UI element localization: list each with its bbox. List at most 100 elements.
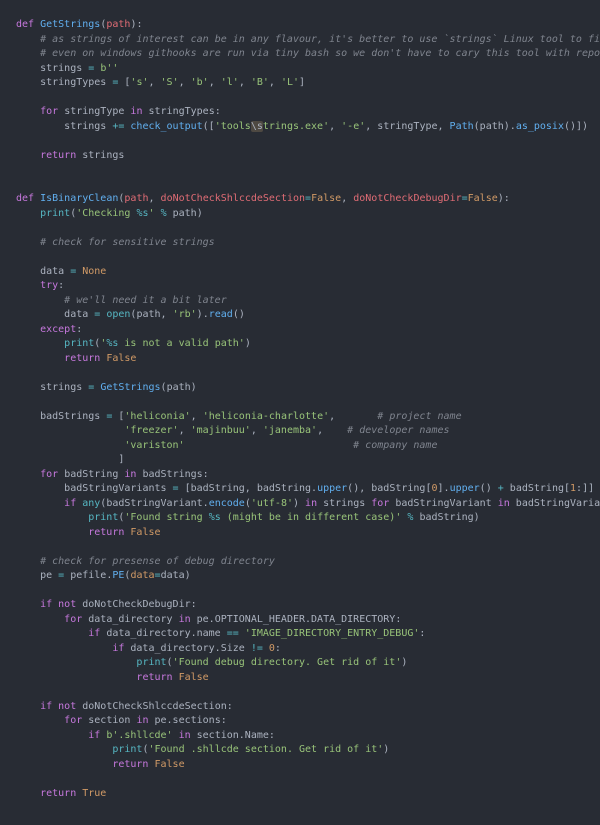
code-line: return False	[16, 352, 584, 367]
token-sp: any	[82, 498, 100, 509]
token-str: 'Found .shllcde section. Get rid of it'	[148, 744, 383, 755]
code-line: return strings	[16, 149, 584, 164]
token-id: badStringVariants	[64, 483, 172, 494]
token-pn	[16, 338, 64, 349]
token-id: strings	[40, 382, 88, 393]
token-pn	[16, 121, 64, 132]
token-fn: upper	[450, 483, 480, 494]
token-esc: %s	[209, 512, 221, 523]
code-line: if b'.shllcde' in section.Name:	[16, 729, 584, 744]
token-pn	[16, 614, 64, 625]
token-str: 'L'	[281, 77, 299, 88]
token-fn: as_posix	[516, 121, 564, 132]
token-kw: not	[58, 701, 82, 712]
token-pn: )	[383, 744, 389, 755]
token-pn	[16, 34, 40, 45]
token-pn: :	[58, 280, 64, 291]
token-str: 'utf-8'	[251, 498, 293, 509]
token-op: !=	[251, 643, 269, 654]
token-pn: ,	[269, 77, 281, 88]
code-line: # check for sensitive strings	[16, 236, 584, 251]
token-pn	[16, 208, 40, 219]
code-line: strings += check_output(['tools\strings.…	[16, 120, 584, 135]
token-pn	[16, 599, 40, 610]
token-pn: ,	[149, 193, 161, 204]
token-var: path	[124, 193, 148, 204]
token-pn	[16, 744, 112, 755]
token-op: +=	[112, 121, 130, 132]
code-line: def GetStrings(path):	[16, 18, 584, 33]
token-pn	[16, 759, 112, 770]
token-kw: not	[58, 599, 82, 610]
token-str: '-e'	[341, 121, 365, 132]
token-kw: def	[16, 19, 40, 30]
token-pn	[16, 295, 64, 306]
token-str: 'l'	[221, 77, 239, 88]
token-pn	[16, 164, 22, 175]
token-id: data	[64, 309, 94, 320]
token-pn	[16, 63, 40, 74]
token-sp: print	[136, 657, 166, 668]
token-cst: False	[311, 193, 341, 204]
token-pn	[16, 570, 40, 581]
code-line: if data_directory.name == 'IMAGE_DIRECTO…	[16, 627, 584, 642]
token-cst: False	[106, 353, 136, 364]
token-pn	[185, 440, 354, 451]
token-pn: ).	[504, 121, 516, 132]
token-pn	[16, 643, 112, 654]
token-id: section	[88, 715, 136, 726]
token-fn: encode	[209, 498, 245, 509]
token-kw: if	[40, 599, 58, 610]
token-pn: )	[245, 338, 251, 349]
token-pn	[16, 367, 22, 378]
token-pn: ,	[239, 77, 251, 88]
token-pn	[16, 280, 40, 291]
token-pn: )	[191, 382, 197, 393]
code-line: return False	[16, 526, 584, 541]
code-line: except:	[16, 323, 584, 338]
token-kw: in	[179, 614, 197, 625]
token-fn: upper	[317, 483, 347, 494]
token-cmt: # project name	[377, 411, 461, 422]
token-str: 'B'	[251, 77, 269, 88]
token-pn: :	[76, 324, 82, 335]
token-pn	[16, 309, 64, 320]
code-line: pe = pefile.PE(data=data)	[16, 569, 584, 584]
token-fn: check_output	[130, 121, 202, 132]
code-line	[16, 91, 584, 106]
token-fn: GetStrings	[40, 19, 100, 30]
token-pn: ,	[191, 411, 203, 422]
token-pn	[16, 440, 124, 451]
token-id: path,	[136, 309, 172, 320]
token-str: 'Checking	[76, 208, 136, 219]
token-op: =	[173, 483, 185, 494]
code-line: # check for presense of debug directory	[16, 555, 584, 570]
code-line: # as strings of interest can be in any f…	[16, 33, 584, 48]
token-id: doNotCheckDebugDir:	[82, 599, 196, 610]
token-pn	[16, 179, 22, 190]
token-id: section.Name:	[197, 730, 275, 741]
token-id: strings	[82, 150, 124, 161]
token-str: is not a valid path'	[118, 338, 244, 349]
token-id: pe	[40, 570, 58, 581]
token-str: 'variston'	[124, 440, 184, 451]
token-op: =	[106, 411, 118, 422]
token-cmt: # as strings of interest can be in any f…	[40, 34, 600, 45]
token-kw: return	[40, 788, 82, 799]
token-id: badString, badString.	[191, 483, 317, 494]
token-str: 's'	[130, 77, 148, 88]
token-fn: IsBinaryClean	[40, 193, 118, 204]
token-str: 'b'	[191, 77, 209, 88]
code-line: print('Found string %s (might be in diff…	[16, 511, 584, 526]
token-pn: ,	[317, 425, 347, 436]
token-pn: ([	[203, 121, 215, 132]
token-id: badStrings	[40, 411, 106, 422]
token-pn: ,	[329, 121, 341, 132]
token-pn	[16, 425, 124, 436]
code-line: badStringVariants = [badString, badStrin…	[16, 482, 584, 497]
token-str: 'heliconia-charlotte'	[203, 411, 329, 422]
token-cst: False	[468, 193, 498, 204]
code-line	[16, 178, 584, 193]
token-id: pe.OPTIONAL_HEADER.DATA_DIRECTORY:	[197, 614, 402, 625]
code-line: for section in pe.sections:	[16, 714, 584, 729]
